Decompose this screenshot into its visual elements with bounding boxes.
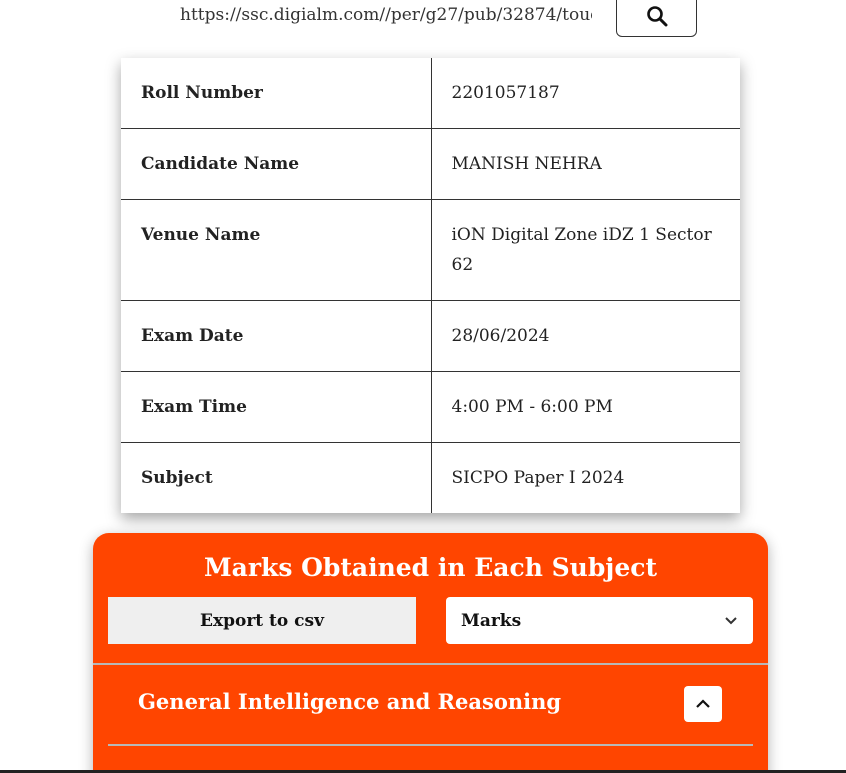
export-csv-button[interactable]: Export to csv <box>108 597 416 644</box>
table-row: Exam Time 4:00 PM - 6:00 PM <box>121 371 740 443</box>
table-row: Subject SICPO Paper I 2024 <box>121 442 740 513</box>
url-input[interactable] <box>172 0 592 30</box>
table-row: Venue Name iON Digital Zone iDZ 1 Sector… <box>121 199 740 301</box>
roll-number-label: Roll Number <box>121 58 432 129</box>
table-row: Candidate Name MANISH NEHRA <box>121 128 740 200</box>
marks-select[interactable]: Marks <box>446 597 753 644</box>
venue-name-label: Venue Name <box>121 199 432 301</box>
candidate-info-table: Roll Number 2201057187 Candidate Name MA… <box>121 58 740 513</box>
section-title-general-intelligence[interactable]: General Intelligence and Reasoning <box>138 689 561 714</box>
marks-section-title: Marks Obtained in Each Subject <box>203 553 658 582</box>
subject-label: Subject <box>121 442 432 513</box>
roll-number-value: 2201057187 <box>431 58 740 129</box>
candidate-info-card: Roll Number 2201057187 Candidate Name MA… <box>121 58 740 513</box>
candidate-name-label: Candidate Name <box>121 128 432 200</box>
chevron-up-icon <box>696 699 710 708</box>
exam-date-label: Exam Date <box>121 300 432 372</box>
page: Roll Number 2201057187 Candidate Name MA… <box>0 0 846 773</box>
search-icon <box>646 5 667 26</box>
venue-name-value: iON Digital Zone iDZ 1 Sector 62 <box>431 199 740 301</box>
exam-time-label: Exam Time <box>121 371 432 443</box>
chevron-down-icon <box>725 616 737 624</box>
table-row: Roll Number 2201057187 <box>121 58 740 129</box>
search-button[interactable] <box>616 0 697 37</box>
candidate-name-value: MANISH NEHRA <box>431 128 740 200</box>
table-row: Exam Date 28/06/2024 <box>121 300 740 372</box>
marks-section: Marks Obtained in Each Subject Export to… <box>93 533 768 773</box>
marks-select-value: Marks <box>461 610 522 631</box>
subject-value: SICPO Paper I 2024 <box>451 468 625 488</box>
collapse-section-button[interactable] <box>684 686 722 722</box>
divider <box>108 744 753 746</box>
exam-time-value: 4:00 PM - 6:00 PM <box>431 371 740 443</box>
exam-date-value: 28/06/2024 <box>431 300 740 372</box>
divider <box>93 663 768 665</box>
